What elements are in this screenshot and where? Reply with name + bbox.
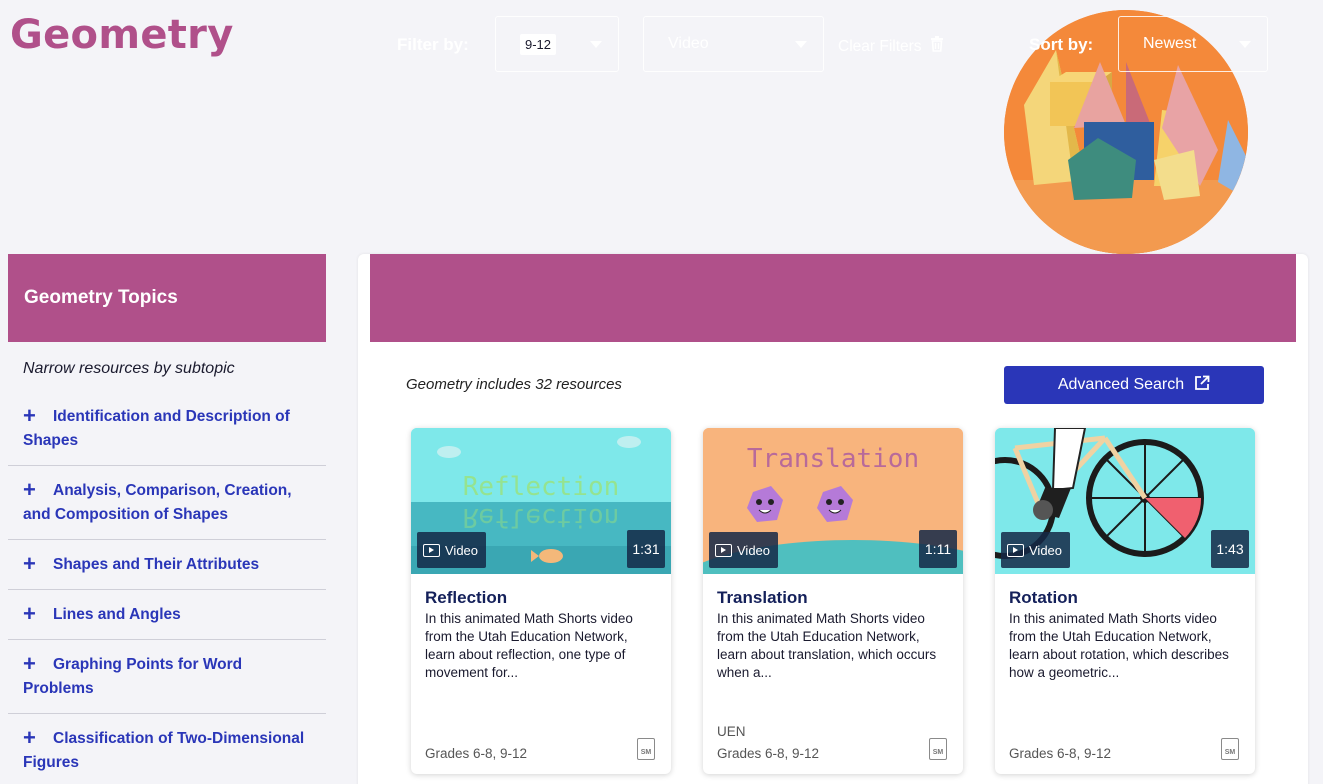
video-duration: 1:43	[1211, 530, 1249, 568]
topic-label: Classification of Two-Dimensional Figure…	[23, 730, 305, 771]
sort-value: Newest	[1143, 35, 1197, 52]
video-play-icon	[715, 543, 732, 557]
external-link-icon	[1194, 375, 1210, 396]
filter-by-label: Filter by:	[397, 35, 469, 54]
card-description: In this animated Math Shorts video from …	[425, 611, 633, 680]
card-source: UEN	[717, 724, 746, 739]
grade-select[interactable]: 9-12	[495, 16, 619, 72]
card-grades: Grades 6-8, 9-12	[717, 746, 820, 761]
plus-icon: +	[23, 725, 36, 750]
resource-card-rotation[interactable]: Video 1:43 Rotation In this animated Mat…	[995, 428, 1255, 774]
topic-label: Identification and Description of Shapes	[23, 408, 290, 449]
plus-icon: +	[23, 403, 36, 428]
card-thumbnail: Reflection Reflection Video 1:31	[411, 428, 671, 574]
card-grades: Grades 6-8, 9-12	[425, 746, 528, 761]
results-count: Geometry includes 32 resources	[406, 376, 622, 393]
chevron-down-icon	[590, 40, 602, 48]
card-thumbnail: Translation Video 1:11	[703, 428, 963, 574]
topic-analysis-comparison[interactable]: + Analysis, Comparison, Creation, and Com…	[8, 466, 326, 540]
video-duration: 1:31	[627, 530, 665, 568]
chevron-down-icon	[795, 40, 807, 48]
sort-select[interactable]: Newest	[1118, 16, 1268, 72]
topic-label: Analysis, Comparison, Creation, and Comp…	[23, 482, 292, 523]
card-description: In this animated Math Shorts video from …	[1009, 611, 1229, 680]
resource-card-translation[interactable]: Translation Video 1:11 Translation In th…	[703, 428, 963, 774]
card-grades: Grades 6-8, 9-12	[1009, 746, 1112, 761]
advanced-search-button[interactable]: Advanced Search	[1004, 366, 1264, 404]
card-description: In this animated Math Shorts video from …	[717, 611, 937, 680]
page-title: Geometry	[10, 12, 234, 58]
filter-bar	[370, 254, 1296, 342]
video-duration: 1:11	[919, 530, 957, 568]
topics-sidebar: Geometry Topics Narrow resources by subt…	[8, 254, 326, 784]
video-play-icon	[423, 543, 440, 557]
card-thumbnail: Video 1:43	[995, 428, 1255, 574]
grade-value: 9-12	[520, 33, 557, 55]
video-badge-label: Video	[1029, 542, 1063, 558]
topic-label: Graphing Points for Word Problems	[23, 656, 243, 697]
video-badge: Video	[709, 532, 779, 568]
sort-by-label: Sort by:	[1029, 35, 1094, 54]
topic-identification-description[interactable]: + Identification and Description of Shape…	[8, 392, 326, 466]
card-title[interactable]: Rotation	[1009, 588, 1078, 608]
plus-icon: +	[23, 551, 36, 576]
sm-file-icon: SM	[1221, 738, 1239, 760]
sidebar-heading: Geometry Topics	[8, 254, 326, 342]
sm-file-icon: SM	[637, 738, 655, 760]
plus-icon: +	[23, 651, 36, 676]
thumbnail-title: Translation	[746, 444, 920, 474]
topic-shapes-attributes[interactable]: + Shapes and Their Attributes	[8, 540, 326, 590]
type-select[interactable]: Video	[643, 16, 824, 72]
video-badge-label: Video	[445, 542, 479, 558]
topic-label: Shapes and Their Attributes	[53, 556, 260, 573]
sm-file-icon: SM	[929, 738, 947, 760]
video-badge-label: Video	[737, 542, 771, 558]
plus-icon: +	[23, 601, 36, 626]
sidebar-subheading: Narrow resources by subtopic	[23, 360, 235, 377]
plus-icon: +	[23, 477, 36, 502]
type-value: Video	[668, 35, 709, 52]
topic-lines-angles[interactable]: + Lines and Angles	[8, 590, 326, 640]
card-title[interactable]: Translation	[717, 588, 808, 608]
topic-label: Lines and Angles	[53, 606, 181, 623]
chevron-down-icon	[1239, 40, 1251, 48]
thumbnail-title-reflection: Reflection	[462, 502, 620, 532]
video-badge: Video	[417, 532, 487, 568]
card-title[interactable]: Reflection	[425, 588, 507, 608]
thumbnail-title: Reflection	[462, 472, 620, 502]
topic-classification-2d[interactable]: + Classification of Two-Dimensional Figur…	[8, 714, 326, 784]
topic-graphing-points[interactable]: + Graphing Points for Word Problems	[8, 640, 326, 714]
clear-filters-button[interactable]: Clear Filters	[838, 36, 944, 57]
advanced-search-label: Advanced Search	[1057, 376, 1185, 393]
video-badge: Video	[1001, 532, 1071, 568]
resource-card-reflection[interactable]: Reflection Reflection Video 1:31 Reflect…	[411, 428, 671, 774]
video-play-icon	[1007, 543, 1024, 557]
clear-filters-label: Clear Filters	[838, 37, 922, 55]
trash-icon	[930, 36, 944, 57]
